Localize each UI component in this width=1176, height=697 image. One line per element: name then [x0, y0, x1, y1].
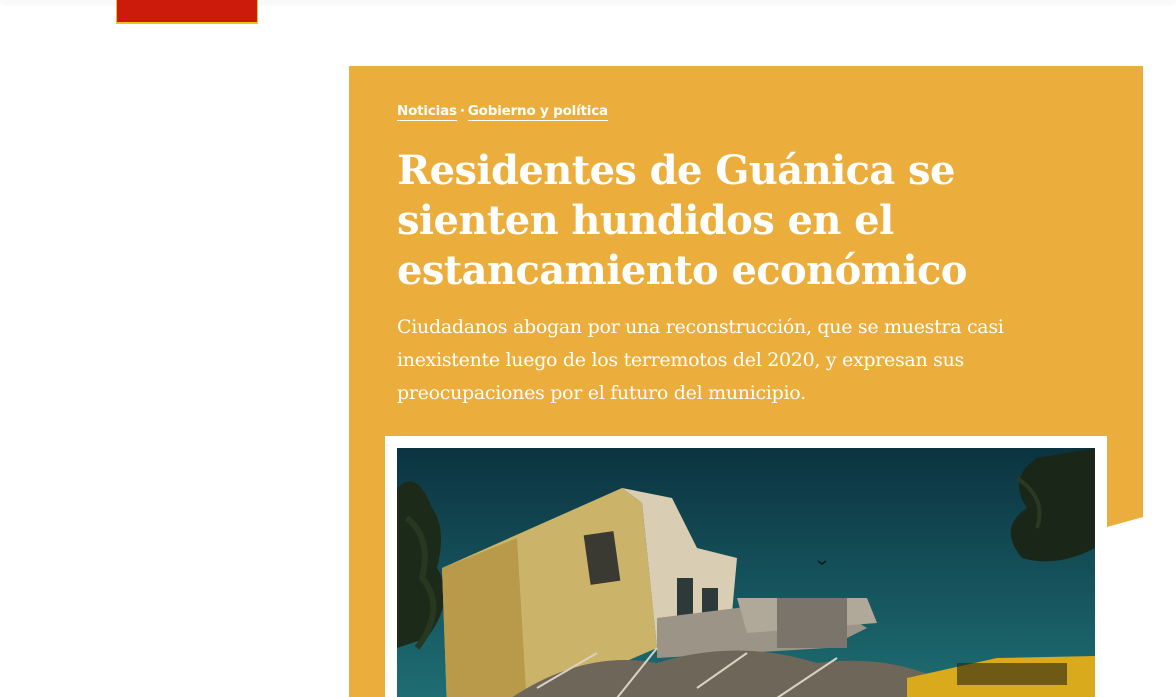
- collapsed-building-photo[interactable]: [397, 448, 1095, 697]
- breadcrumb-section-link[interactable]: Noticias: [397, 103, 457, 121]
- site-logo[interactable]: [116, 0, 258, 24]
- breadcrumb: Noticias · Gobierno y política: [397, 103, 608, 121]
- breadcrumb-separator: ·: [459, 103, 465, 119]
- article-subheadline: Ciudadanos abogan por una reconstrucción…: [397, 316, 1004, 404]
- breadcrumb-category-link[interactable]: Gobierno y política: [467, 103, 608, 121]
- photo-illustration: [397, 448, 1095, 697]
- article-headline: Residentes de Guánica se sienten hundido…: [397, 147, 967, 294]
